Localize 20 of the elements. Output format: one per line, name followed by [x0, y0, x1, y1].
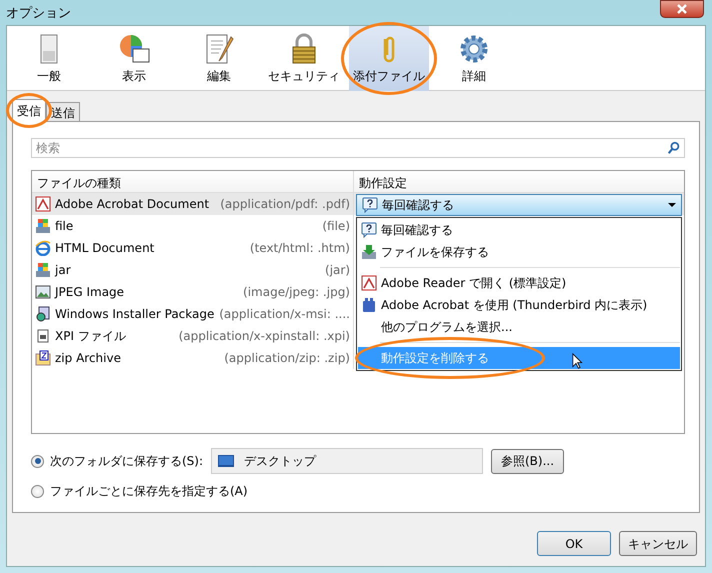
mime-type: (application/x-xpinstall: .xpi) — [178, 328, 350, 345]
mime-type: (application/x-msi: .... — [219, 306, 350, 323]
file-type-name: file — [55, 218, 74, 235]
mime-type: (application/pdf: .pdf) — [220, 196, 350, 213]
mime-type: (text/html: .htm) — [250, 240, 350, 257]
file-type-name: JPEG Image — [55, 284, 124, 301]
file-type-name: Windows Installer Package — [55, 306, 214, 323]
folder-name: デスクトップ — [244, 453, 316, 470]
file-type-name: Adobe Acrobat Document — [55, 196, 210, 213]
window-title: オプション — [5, 5, 72, 23]
file-type-name: XPI ファイル — [55, 328, 126, 345]
mime-type: (application/zip: .zip) — [224, 350, 350, 367]
mime-type: (file) — [322, 218, 350, 235]
file-type-name: zip Archive — [55, 350, 121, 367]
file-type-name: jar — [55, 262, 71, 279]
radio-label: 次のフォルダに保存する(S): — [50, 453, 204, 470]
mime-type: (jar) — [325, 262, 350, 279]
mime-type: (image/jpeg: .jpg) — [243, 284, 350, 301]
file-type-name: HTML Document — [55, 240, 154, 257]
radio-label: ファイルごとに保存先を指定する(A) — [50, 483, 248, 500]
